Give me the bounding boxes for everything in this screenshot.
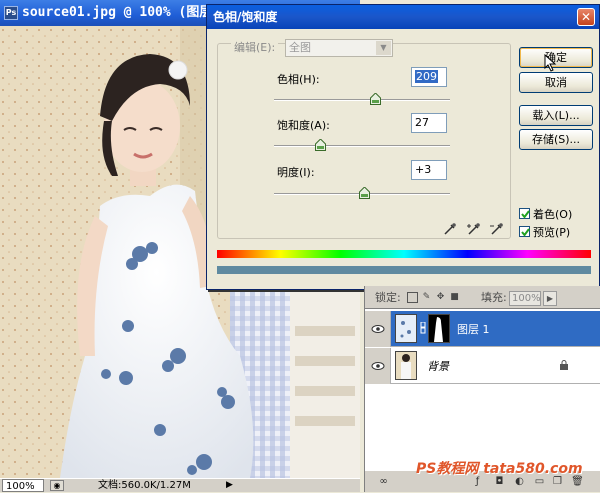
preview-checkbox[interactable]: 预览(P) xyxy=(519,226,570,239)
dialog-titlebar[interactable]: 色相/饱和度 ✕ xyxy=(207,5,599,29)
hue-result-bar xyxy=(217,266,591,274)
saturation-label: 饱和度(A): xyxy=(277,119,330,132)
edit-channel-value: 全图 xyxy=(289,41,311,54)
link-layers-icon[interactable]: ∞ xyxy=(377,475,390,488)
document-status-bar: 100% ◉ 文档:560.0K/1.27M ▶ xyxy=(0,478,360,492)
layers-list: 图层 1 背景 xyxy=(365,308,600,470)
chevron-down-icon: ▼ xyxy=(376,41,391,55)
edit-channel-select: 全图 ▼ xyxy=(285,39,393,57)
hue-saturation-dialog: 色相/饱和度 ✕ 编辑(E): 全图 ▼ 色相(H): 209 饱和度(A): … xyxy=(206,4,600,290)
layer-row-background[interactable]: 背景 xyxy=(365,348,600,384)
layer-thumbnail[interactable] xyxy=(395,351,417,380)
hue-slider-thumb[interactable] xyxy=(370,93,381,105)
save-button[interactable]: 存储(S)... xyxy=(519,129,593,150)
lock-transparency-icon[interactable] xyxy=(407,292,418,303)
watermark-logo: PS教程网 tata580.com xyxy=(416,461,583,477)
eyedropper-plus-icon[interactable] xyxy=(467,222,481,236)
fill-arrow-icon[interactable]: ▶ xyxy=(543,291,557,306)
lock-brush-icon[interactable]: ✎ xyxy=(421,292,432,303)
saturation-input[interactable]: 27 xyxy=(411,113,447,133)
layer-name: 背景 xyxy=(427,360,449,373)
close-icon[interactable]: ✕ xyxy=(577,8,595,26)
eye-icon xyxy=(371,362,385,370)
edit-label: 编辑(E): xyxy=(231,39,279,55)
hue-input[interactable]: 209 xyxy=(411,67,447,87)
hue-label: 色相(H): xyxy=(277,73,320,86)
colorize-checkbox[interactable]: 着色(O) xyxy=(519,208,572,221)
eyedropper-minus-icon[interactable] xyxy=(490,222,504,236)
zoom-field[interactable]: 100% xyxy=(2,479,44,492)
layer-mask-thumbnail[interactable] xyxy=(428,314,450,343)
mouse-cursor-icon xyxy=(544,54,557,72)
lock-all-icon[interactable]: ■ xyxy=(449,292,460,303)
lightness-input[interactable]: +3 xyxy=(411,160,447,180)
fill-input[interactable]: 100% xyxy=(509,291,541,306)
preview-label: 预览(P) xyxy=(533,226,571,239)
eyedropper-icon[interactable] xyxy=(443,222,457,236)
adjustment-group xyxy=(217,43,511,239)
lightness-slider-thumb[interactable] xyxy=(359,187,370,199)
saturation-slider-track[interactable] xyxy=(274,145,450,147)
checkbox-checked-icon xyxy=(519,226,530,237)
lock-row: 锁定: ✎ ✥ ■ 填充: 100% ▶ xyxy=(365,288,600,308)
saturation-slider-thumb[interactable] xyxy=(315,139,326,151)
dialog-title: 色相/饱和度 xyxy=(213,10,278,24)
colorize-label: 着色(O) xyxy=(533,208,573,221)
chain-link-icon xyxy=(420,322,426,334)
visibility-toggle[interactable] xyxy=(365,311,391,347)
status-info-button[interactable]: ◉ xyxy=(50,480,64,491)
fill-label: 填充: xyxy=(481,291,507,304)
lock-move-icon[interactable]: ✥ xyxy=(435,292,446,303)
lightness-label: 明度(I): xyxy=(277,166,315,179)
hue-spectrum-bar xyxy=(217,250,591,258)
layer-thumbnail[interactable] xyxy=(395,314,417,343)
hue-slider-track[interactable] xyxy=(274,99,450,101)
lock-icon xyxy=(560,360,568,370)
layer-name: 图层 1 xyxy=(457,323,490,336)
load-button[interactable]: 载入(L)... xyxy=(519,105,593,126)
photoshop-document-icon: Ps xyxy=(4,6,18,20)
document-title: source01.jpg @ 100% (图层 xyxy=(22,5,213,20)
layer-row-layer1[interactable]: 图层 1 xyxy=(365,311,600,347)
lock-label: 锁定: xyxy=(375,291,401,304)
eye-icon xyxy=(371,325,385,333)
checkbox-checked-icon xyxy=(519,208,530,219)
cancel-button[interactable]: 取消 xyxy=(519,72,593,93)
status-menu-arrow-icon[interactable]: ▶ xyxy=(226,479,233,492)
document-size-info: 文档:560.0K/1.27M xyxy=(98,480,191,491)
visibility-toggle[interactable] xyxy=(365,348,391,384)
